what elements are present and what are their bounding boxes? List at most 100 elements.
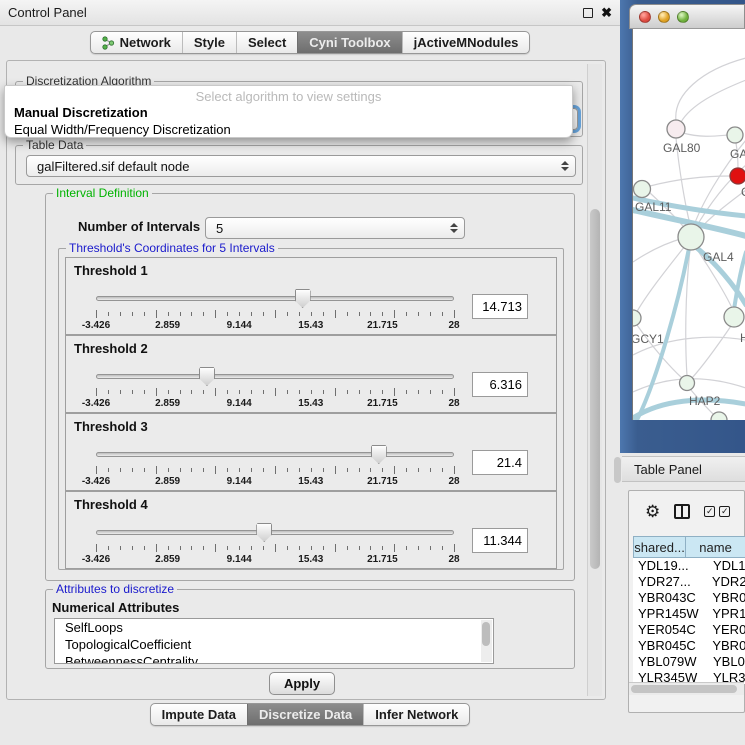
node-label: GA <box>730 147 745 161</box>
slider-track[interactable] <box>96 452 454 457</box>
tab-style[interactable]: Style <box>182 32 236 53</box>
threshold-1-value-field[interactable]: 14.713 <box>472 294 528 319</box>
attribute-list-item[interactable]: TopologicalCoefficient <box>55 636 493 653</box>
dropdown-option-equal-width[interactable]: Equal Width/Frequency Discretization <box>5 121 572 138</box>
list-scrollbar-thumb[interactable] <box>482 622 490 646</box>
table-panel-body: ⚙ ✓ ✓ shared... name YDL19...YDL1YDR27..… <box>622 482 745 745</box>
table-row[interactable]: YDR27...YDR2 <box>633 574 745 590</box>
close-traffic-light[interactable] <box>639 11 651 23</box>
threshold-4-slider[interactable]: -3.4262.8599.14415.4321.71528 <box>96 522 454 562</box>
cyni-toolbox-panel: Discretization Algorithm Select algorith… <box>6 60 606 700</box>
main-scrollbar-thumb[interactable] <box>590 209 600 569</box>
slider-tick-labels: -3.4262.8599.14415.4321.71528 <box>96 398 454 410</box>
node-bottom-partial[interactable] <box>711 412 727 420</box>
threshold-2-value-field[interactable]: 6.316 <box>472 372 528 397</box>
attributes-group: Attributes to discretize Numerical Attri… <box>45 589 575 669</box>
attributes-group-title: Attributes to discretize <box>53 582 177 596</box>
tab-infer-network[interactable]: Infer Network <box>363 704 469 725</box>
interval-definition-group: Interval Definition Number of Intervals … <box>45 193 575 581</box>
apply-button[interactable]: Apply <box>269 672 335 695</box>
network-window-titlebar[interactable] <box>629 4 745 29</box>
checkbox-icon[interactable]: ✓ <box>704 506 715 517</box>
attribute-list-item[interactable]: SelfLoops <box>55 619 493 636</box>
node-label: GAL4 <box>703 250 734 264</box>
node-h[interactable] <box>724 307 744 327</box>
interval-definition-title: Interval Definition <box>53 186 152 200</box>
threshold-1-panel: Threshold 1 -3.4262.8599.14415.4321.7152… <box>65 257 557 335</box>
node-label: H <box>740 331 745 345</box>
combo-arrows-icon <box>561 161 569 171</box>
threshold-2-slider[interactable]: -3.4262.8599.14415.4321.71528 <box>96 366 454 406</box>
threshold-4-value-field[interactable]: 11.344 <box>472 528 528 553</box>
column-header-shared-name[interactable]: shared... <box>633 536 686 558</box>
threshold-3-value-field[interactable]: 21.4 <box>472 450 528 475</box>
table-panel-titlebar: Table Panel <box>622 456 745 482</box>
threshold-2-label: Threshold 2 <box>74 341 148 356</box>
node-gal80[interactable] <box>667 120 685 138</box>
slider-track[interactable] <box>96 530 454 535</box>
node-gal4[interactable] <box>678 224 704 250</box>
table-horizontal-scrollbar[interactable] <box>629 682 744 695</box>
dropdown-hint: Select algorithm to view settings <box>5 86 572 104</box>
attribute-items: SelfLoopsTopologicalCoefficientBetweenne… <box>55 619 493 664</box>
close-icon[interactable]: ✖ <box>601 8 612 18</box>
node-highlighted-red[interactable] <box>730 168 745 184</box>
list-scrollbar[interactable] <box>481 620 492 662</box>
network-icon <box>102 36 115 50</box>
table-rows: YDL19...YDL1YDR27...YDR2YBR043CYBR0YPR14… <box>633 558 745 684</box>
tab-label: Discretize Data <box>259 707 352 722</box>
threshold-1-slider[interactable]: -3.4262.8599.14415.4321.71528 <box>96 288 454 328</box>
algorithm-dropdown-popup: Select algorithm to view settings Manual… <box>4 85 573 138</box>
node-label: HAP2 <box>689 394 721 408</box>
attribute-list-item[interactable]: BetweennessCentrality <box>55 653 493 664</box>
table-row[interactable]: YBL079WYBL0 <box>633 654 745 670</box>
tab-cyni-toolbox[interactable]: Cyni Toolbox <box>297 32 401 53</box>
control-panel-titlebar: Control Panel ✖ <box>0 0 620 26</box>
thresholds-group: Threshold's Coordinates for 5 Intervals … <box>58 248 564 570</box>
table-header-row: shared... name <box>633 536 745 558</box>
tab-impute-data[interactable]: Impute Data <box>151 704 247 725</box>
threshold-3-panel: Threshold 3 -3.4262.8599.14415.4321.7152… <box>65 413 557 491</box>
table-row[interactable]: YBR045CYBR0 <box>633 638 745 654</box>
node-top-right[interactable] <box>727 127 743 143</box>
node-hap2[interactable] <box>680 376 695 391</box>
tab-jactivemnodules[interactable]: jActiveMNodules <box>402 32 530 53</box>
slider-handle[interactable] <box>256 523 272 542</box>
dropdown-option-manual[interactable]: Manual Discretization <box>5 104 572 121</box>
zoom-traffic-light[interactable] <box>677 11 689 23</box>
tab-discretize-data[interactable]: Discretize Data <box>247 704 363 725</box>
slider-track[interactable] <box>96 374 454 379</box>
slider-handle[interactable] <box>199 367 215 386</box>
tab-network[interactable]: Network <box>91 32 182 53</box>
table-hscrollbar-thumb[interactable] <box>631 685 737 693</box>
tab-select[interactable]: Select <box>236 32 297 53</box>
top-tab-bar: Network Style Select Cyni Toolbox jActiv… <box>0 28 620 57</box>
panel-splitter-handle[interactable] <box>614 457 621 483</box>
table-row[interactable]: YPR145WYPR1 <box>633 606 745 622</box>
float-window-icon[interactable] <box>583 8 593 18</box>
minimize-traffic-light[interactable] <box>658 11 670 23</box>
slider-handle[interactable] <box>295 289 311 308</box>
node-label: GCY1 <box>633 332 664 346</box>
network-view-canvas[interactable]: GAL80 GA C GAL11 GAL4 GCY1 H HAP2 <box>632 29 745 420</box>
table-row[interactable]: YER054CYER0 <box>633 622 745 638</box>
tab-label: jActiveMNodules <box>414 35 519 50</box>
node-gal11[interactable] <box>634 181 651 198</box>
number-of-intervals-combo[interactable]: 5 <box>205 217 465 239</box>
threshold-3-label: Threshold 3 <box>74 419 148 434</box>
table-row[interactable]: YBR043CYBR0 <box>633 590 745 606</box>
table-row[interactable]: YDL19...YDL1 <box>633 558 745 574</box>
slider-handle[interactable] <box>371 445 387 464</box>
slider-track[interactable] <box>96 296 454 301</box>
node-gcy1[interactable] <box>633 310 641 326</box>
numerical-attributes-list[interactable]: SelfLoopsTopologicalCoefficientBetweenne… <box>54 618 494 664</box>
column-header-name[interactable]: name <box>686 536 745 558</box>
table-data-combo[interactable]: galFiltered.sif default node <box>26 155 576 177</box>
bottom-tab-bar: Impute Data Discretize Data Infer Networ… <box>0 703 620 726</box>
checkbox-icon[interactable]: ✓ <box>719 506 730 517</box>
node-attribute-table[interactable]: shared... name YDL19...YDL1YDR27...YDR2Y… <box>633 536 745 684</box>
split-columns-icon[interactable] <box>674 504 690 519</box>
gear-icon[interactable]: ⚙ <box>645 503 660 520</box>
threshold-3-slider[interactable]: -3.4262.8599.14415.4321.71528 <box>96 444 454 484</box>
main-scrollbar[interactable] <box>587 64 602 696</box>
